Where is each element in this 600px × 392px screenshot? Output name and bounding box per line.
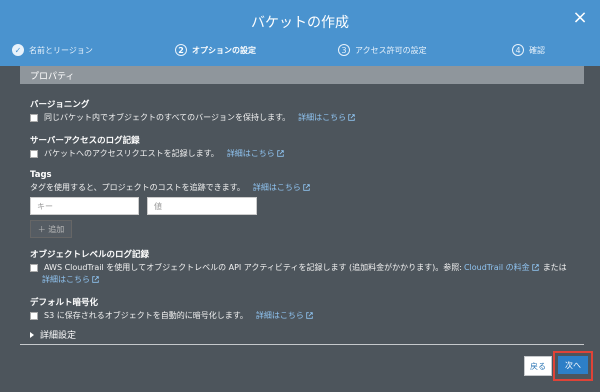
tag-key-input[interactable]: キー [30,197,139,215]
object-logging-or-text: または [542,263,567,272]
step-name-and-region[interactable]: ✓ 名前とリージョン [12,40,93,60]
server-access-logging-learn-more-link[interactable]: 詳細はこちら [227,148,275,159]
server-access-logging-description: バケットへのアクセスリクエストを記録します。 [44,149,219,158]
step-configure-options[interactable]: 2 オプションの設定 [175,40,256,60]
tags-learn-more-link[interactable]: 詳細はこちら [253,182,301,193]
caret-right-icon [30,331,34,338]
step-set-permissions[interactable]: 3 アクセス許可の設定 [338,40,427,60]
back-button[interactable]: 戻る [524,356,552,376]
dialog-header: バケットの作成 × ✓ 名前とリージョン 2 オプションの設定 3 アクセス許可… [0,0,600,66]
server-access-logging-title: サーバーアクセスのログ記録 [30,136,140,146]
cloudtrail-pricing-link[interactable]: CloudTrail の料金 [464,262,530,273]
step-number: 4 [512,44,524,56]
external-link-icon [531,264,539,271]
object-logging-learn-more-row: 詳細はこちら [42,274,99,285]
object-logging-checkbox[interactable] [30,263,38,272]
step-label: オプションの設定 [192,45,256,55]
wizard-steps: ✓ 名前とリージョン 2 オプションの設定 3 アクセス許可の設定 4 確認 [0,40,600,60]
default-encryption-learn-more-link[interactable]: 詳細はこちら [256,310,304,321]
versioning-learn-more-link[interactable]: 詳細はこちら [298,112,346,123]
step-label: 確認 [529,45,545,55]
default-encryption-title: デフォルト暗号化 [30,298,99,308]
section-title: プロパティ [30,72,75,82]
external-link-icon [306,312,313,319]
external-link-icon [348,114,355,121]
tags-description-row: タグを使用すると、プロジェクトのコストを追跡できます。 詳細はこちら [30,182,310,193]
advanced-settings-toggle[interactable]: 詳細設定 [30,328,76,341]
step-review[interactable]: 4 確認 [512,40,545,60]
versioning-row: 同じバケット内でオブジェクトのすべてのバージョンを保持します。 詳細はこちら [30,112,355,123]
default-encryption-checkbox[interactable] [30,311,38,320]
divider [20,344,584,345]
external-link-icon [277,150,284,157]
external-link-icon [303,184,310,191]
next-button[interactable]: 次へ [558,356,588,374]
versioning-description: 同じバケット内でオブジェクトのすべてのバージョンを保持します。 [44,113,291,122]
object-logging-title: オブジェクトレベルのログ記録 [30,250,150,260]
server-access-logging-row: バケットへのアクセスリクエストを記録します。 詳細はこちら [30,148,284,159]
close-icon[interactable]: × [572,9,588,27]
step-label: 名前とリージョン [29,45,93,55]
advanced-settings-label: 詳細設定 [40,331,77,341]
create-bucket-dialog: バケットの作成 × ✓ 名前とリージョン 2 オプションの設定 3 アクセス許可… [0,0,600,392]
add-tag-button[interactable]: ＋ 追加 [30,220,72,238]
versioning-title: バージョニング [30,100,90,110]
step-label: アクセス許可の設定 [355,45,427,55]
external-link-icon [92,276,99,283]
step-number: 3 [338,44,350,56]
tags-title: Tags [30,170,52,180]
object-logging-row: AWS CloudTrail を使用してオブジェクトレベルの API アクティビ… [30,262,567,273]
tag-value-input[interactable]: 値 [147,197,257,215]
step-complete-check-icon: ✓ [12,44,24,56]
object-logging-learn-more-link[interactable]: 詳細はこちら [42,274,90,285]
object-logging-description: AWS CloudTrail を使用してオブジェクトレベルの API アクティビ… [44,263,462,272]
server-access-logging-checkbox[interactable] [30,149,38,158]
dialog-title: バケットの作成 [251,15,349,31]
tags-description: タグを使用すると、プロジェクトのコストを追跡できます。 [30,183,245,192]
step-number: 2 [175,44,187,56]
default-encryption-description: S3 に保存されるオブジェクトを自動的に暗号化します。 [44,311,248,320]
default-encryption-row: S3 に保存されるオブジェクトを自動的に暗号化します。 詳細はこちら [30,310,313,321]
versioning-checkbox[interactable] [30,113,38,122]
properties-section-header: プロパティ [20,66,584,84]
